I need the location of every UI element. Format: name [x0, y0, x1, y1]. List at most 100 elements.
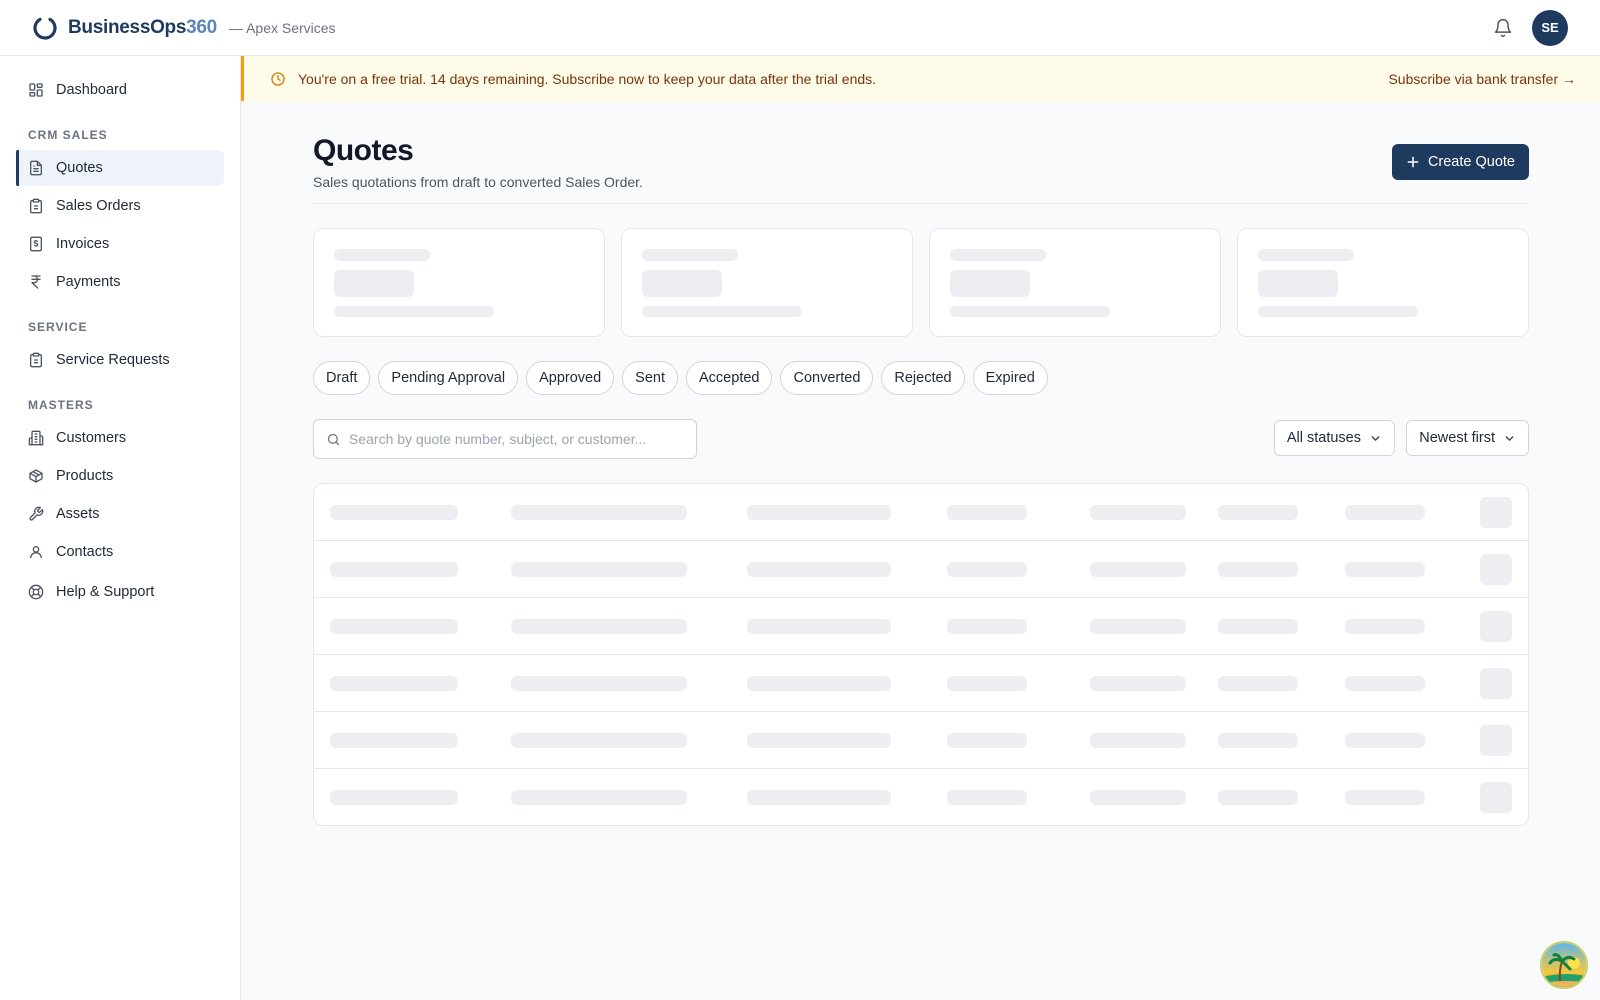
chip-draft[interactable]: Draft: [313, 361, 371, 395]
chip-converted[interactable]: Converted: [780, 361, 874, 395]
table-cell-skeleton: [1218, 676, 1298, 691]
skeleton-value: [642, 270, 722, 297]
table-cell-skeleton: [1345, 676, 1425, 691]
sort-select[interactable]: Newest first: [1406, 420, 1529, 456]
invoice-icon: [28, 236, 44, 252]
table-cell-skeleton: [511, 619, 687, 634]
sidebar-item-invoices[interactable]: Invoices: [16, 226, 224, 262]
logo-icon: [33, 15, 57, 40]
table-cell-skeleton: [330, 733, 458, 748]
sidebar-item-dashboard[interactable]: Dashboard: [16, 72, 224, 108]
table-row-skeleton: [314, 484, 1528, 541]
sidebar-item-label: Quotes: [56, 160, 103, 176]
table-cell-skeleton: [1090, 619, 1186, 634]
table-cell-skeleton: [1090, 733, 1186, 748]
status-chips: Draft Pending Approval Approved Sent Acc…: [313, 361, 1529, 395]
sidebar-item-quotes[interactable]: Quotes: [16, 150, 224, 186]
table-row-skeleton: [314, 769, 1528, 825]
table-cell-skeleton: [947, 790, 1027, 805]
table-cell-skeleton: [1345, 790, 1425, 805]
trial-message: You're on a free trial. 14 days remainin…: [298, 70, 877, 87]
table-cell-skeleton: [1090, 676, 1186, 691]
sidebar-item-customers[interactable]: Customers: [16, 420, 224, 456]
table-cell-skeleton: [1345, 619, 1425, 634]
brand-name: BusinessOps360: [68, 16, 217, 38]
table-cell-skeleton: [1090, 562, 1186, 577]
sidebar: Dashboard CRM SALES Quotes Sales Orders …: [0, 56, 241, 1000]
table-cell-skeleton: [747, 505, 891, 520]
table-cell-skeleton: [330, 790, 458, 805]
table-row-skeleton: [314, 541, 1528, 598]
sidebar-item-help-support[interactable]: Help & Support: [16, 574, 224, 610]
sidebar-item-payments[interactable]: Payments: [16, 264, 224, 300]
table-cell-skeleton: [947, 676, 1027, 691]
table-row-skeleton: [314, 712, 1528, 769]
status-select[interactable]: All statuses: [1273, 420, 1395, 456]
row-action-skeleton: [1480, 668, 1512, 699]
table-cell-skeleton: [1218, 505, 1298, 520]
search-input[interactable]: [349, 431, 689, 447]
table-row-skeleton: [314, 598, 1528, 655]
table-cell-skeleton: [1218, 733, 1298, 748]
create-quote-button[interactable]: Create Quote: [1391, 144, 1529, 180]
row-action-skeleton: [1480, 725, 1512, 756]
skeleton-line: [950, 306, 1110, 317]
sidebar-item-label: Invoices: [56, 236, 110, 252]
skeleton-value: [950, 270, 1030, 297]
dashboard-icon: [28, 82, 44, 98]
stat-card-skeleton: [929, 228, 1221, 337]
sidebar-item-label: Contacts: [56, 544, 114, 560]
sidebar-item-label: Sales Orders: [56, 198, 141, 214]
quotes-table-skeleton: [313, 483, 1529, 826]
sidebar-item-sales-orders[interactable]: Sales Orders: [16, 188, 224, 224]
table-cell-skeleton: [330, 562, 458, 577]
page-subtitle: Sales quotations from draft to converted…: [313, 174, 643, 190]
skeleton-line: [1258, 249, 1354, 261]
notifications-bell-icon[interactable]: [1492, 17, 1514, 39]
chip-accepted[interactable]: Accepted: [686, 361, 773, 395]
subscribe-link[interactable]: Subscribe via bank transfer →: [1388, 71, 1576, 87]
skeleton-line: [950, 249, 1046, 261]
search-box[interactable]: [313, 419, 697, 459]
table-cell-skeleton: [747, 619, 891, 634]
table-cell-skeleton: [947, 733, 1027, 748]
sidebar-item-label: Payments: [56, 274, 121, 290]
document-icon: [28, 160, 44, 176]
table-cell-skeleton: [947, 562, 1027, 577]
skeleton-line: [642, 249, 738, 261]
sidebar-item-products[interactable]: Products: [16, 458, 224, 494]
chip-rejected[interactable]: Rejected: [881, 361, 965, 395]
table-cell-skeleton: [511, 790, 687, 805]
brand[interactable]: BusinessOps360 — Apex Services: [32, 15, 336, 41]
table-cell-skeleton: [330, 676, 458, 691]
skeleton-line: [334, 249, 430, 261]
sidebar-section-masters: MASTERS: [28, 398, 94, 412]
table-cell-skeleton: [1218, 790, 1298, 805]
table-cell-skeleton: [511, 505, 687, 520]
sidebar-item-label: Help & Support: [56, 584, 155, 600]
user-avatar[interactable]: SE: [1532, 9, 1568, 46]
sidebar-section-service: SERVICE: [28, 320, 88, 334]
table-cell-skeleton: [330, 505, 458, 520]
filter-bar: All statuses Newest first: [313, 419, 1529, 459]
chip-expired[interactable]: Expired: [972, 361, 1048, 395]
sidebar-item-assets[interactable]: Assets: [16, 496, 224, 532]
create-quote-label: Create Quote: [1427, 154, 1515, 170]
sidebar-item-service-requests[interactable]: Service Requests: [16, 342, 224, 378]
chip-pending-approval[interactable]: Pending Approval: [378, 361, 519, 395]
table-cell-skeleton: [1345, 562, 1425, 577]
sidebar-item-contacts[interactable]: Contacts: [16, 534, 224, 570]
organization-name: — Apex Services: [228, 19, 336, 36]
clock-icon: [271, 71, 285, 86]
table-cell-skeleton: [1345, 505, 1425, 520]
page-header: Quotes Sales quotations from draft to co…: [313, 134, 1529, 204]
sort-select-value: Newest first: [1419, 430, 1495, 446]
assistant-avatar-button[interactable]: [1540, 941, 1588, 989]
chip-sent[interactable]: Sent: [622, 361, 679, 395]
chip-approved[interactable]: Approved: [526, 361, 615, 395]
clipboard-icon: [28, 198, 44, 214]
clipboard-icon: [28, 352, 44, 368]
table-cell-skeleton: [747, 676, 891, 691]
table-cell-skeleton: [747, 790, 891, 805]
skeleton-line: [1258, 306, 1418, 317]
